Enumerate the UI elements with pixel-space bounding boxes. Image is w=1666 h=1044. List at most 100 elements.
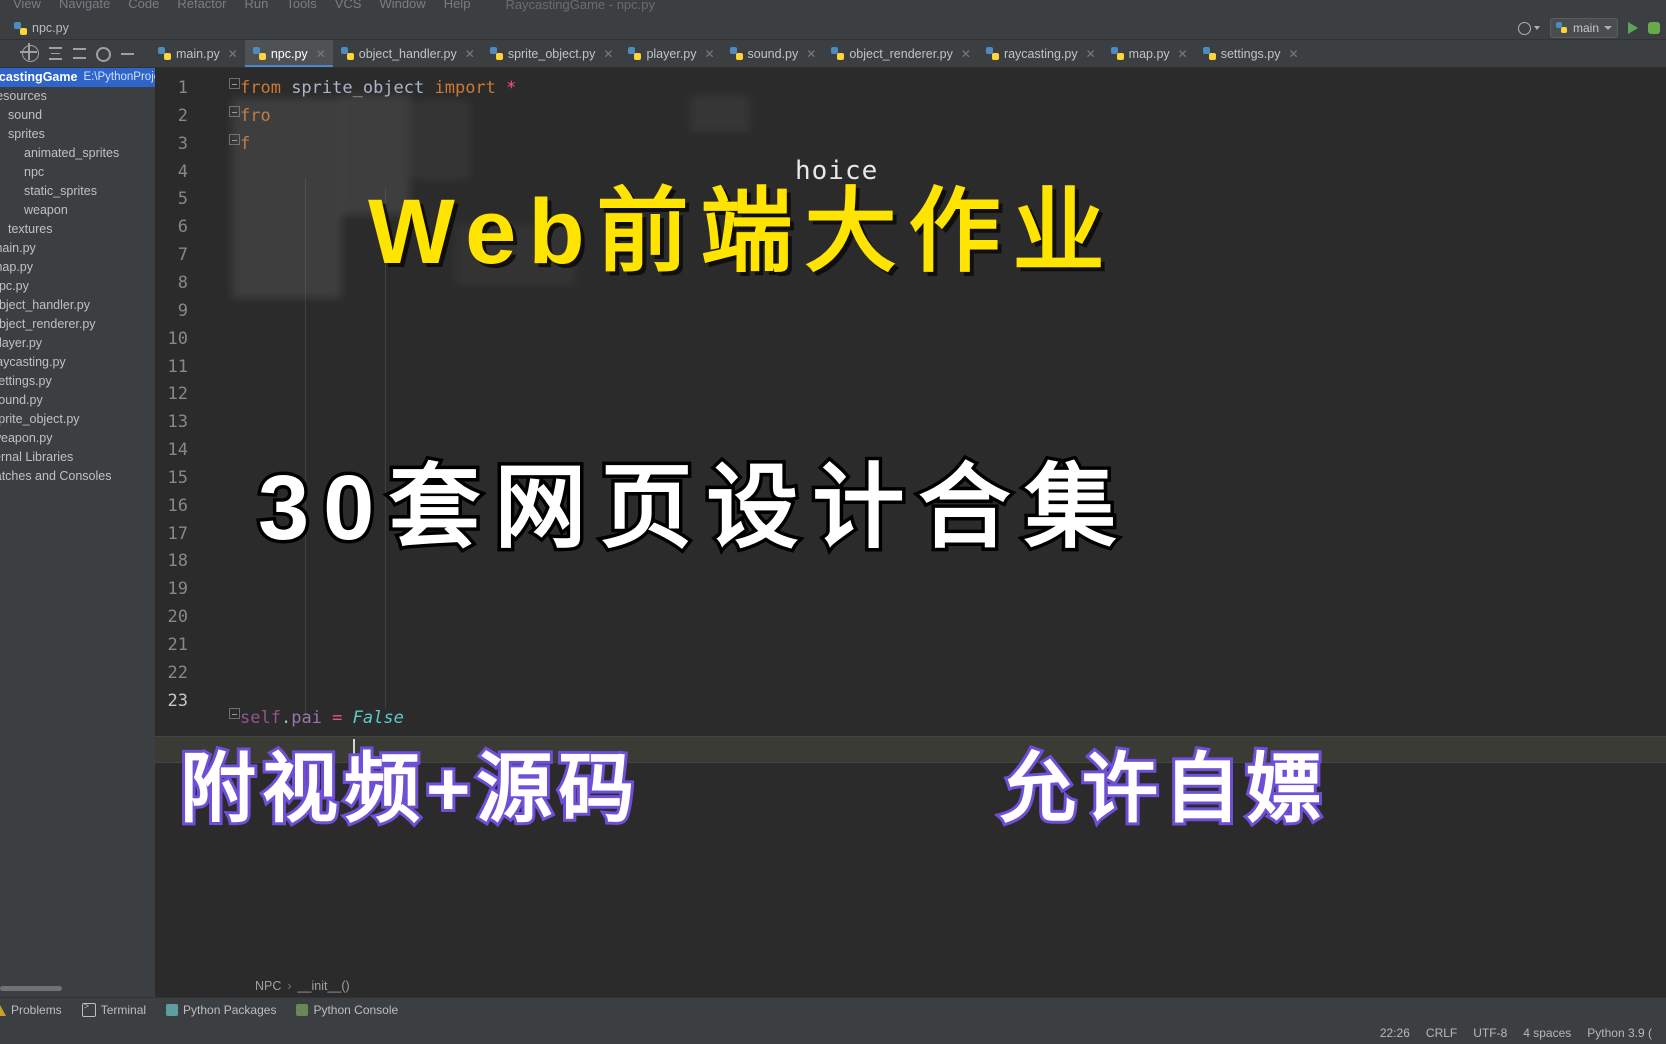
menu-item-code[interactable]: Code xyxy=(119,0,168,12)
project-tree-item[interactable]: sprite_object.py xyxy=(0,410,155,429)
tab-player-py[interactable]: player.py ✕ xyxy=(620,40,721,67)
file-encoding[interactable]: UTF-8 xyxy=(1473,1026,1507,1040)
tab-raycasting-py[interactable]: raycasting.py ✕ xyxy=(978,40,1103,67)
python-file-icon xyxy=(158,47,171,60)
tab-map-py[interactable]: map.py ✕ xyxy=(1103,40,1195,67)
project-horizontal-scrollbar[interactable] xyxy=(0,986,62,991)
close-icon[interactable]: ✕ xyxy=(465,48,475,60)
locate-file-icon[interactable] xyxy=(20,43,39,62)
tool-button-terminal[interactable]: Terminal xyxy=(81,1001,146,1017)
breadcrumb-method[interactable]: __init__() xyxy=(298,979,350,993)
project-tree-item[interactable]: object_handler.py xyxy=(0,296,155,315)
editor-gutter[interactable]: 1 2 3 4 5 6 7 8 9 10 11 12 13 14 15 16 17 18 19 20 21 22 23 xyxy=(155,68,240,997)
project-tree-item-label: sound.py xyxy=(0,393,43,407)
caret-position[interactable]: 22:26 xyxy=(1380,1026,1410,1040)
collapse-all-icon[interactable] xyxy=(48,46,63,61)
project-tree-item[interactable]: Scratches and Consoles xyxy=(0,467,155,486)
tool-button-python-console[interactable]: Python Console xyxy=(296,1003,398,1017)
tab-sprite-object-py[interactable]: sprite_object.py ✕ xyxy=(482,40,621,67)
menu-item-vcs[interactable]: VCS xyxy=(326,0,371,12)
line-number: 22 xyxy=(167,662,188,683)
project-tree-item[interactable]: resources xyxy=(0,87,155,106)
indent-setting[interactable]: 4 spaces xyxy=(1523,1026,1571,1040)
tab-npc-py[interactable]: npc.py ✕ xyxy=(244,40,333,67)
project-tree-item-label: npc.py xyxy=(0,279,29,293)
project-tree-item[interactable]: object_renderer.py xyxy=(0,315,155,334)
project-tree-item-label: sprites xyxy=(8,127,45,141)
line-number: 13 xyxy=(167,412,188,433)
close-icon[interactable]: ✕ xyxy=(316,48,326,60)
line-number: 9 xyxy=(177,300,188,321)
tab-object-handler-py[interactable]: object_handler.py ✕ xyxy=(333,40,482,67)
fold-marker[interactable] xyxy=(229,106,240,117)
project-tree-item[interactable]: static_sprites xyxy=(0,182,155,201)
project-tree-item-label: object_renderer.py xyxy=(0,317,96,331)
fold-marker[interactable] xyxy=(229,134,240,145)
fold-marker[interactable] xyxy=(229,708,240,719)
project-tree-item[interactable]: npc.py xyxy=(0,277,155,296)
menu-item-help[interactable]: Help xyxy=(435,0,480,12)
menu-item-refactor[interactable]: Refactor xyxy=(168,0,235,12)
python-file-icon xyxy=(14,21,27,35)
breadcrumb[interactable]: NPC › __init__() xyxy=(155,975,1666,997)
expand-all-icon[interactable] xyxy=(72,46,87,61)
project-tree-item[interactable]: settings.py xyxy=(0,372,155,391)
project-tool-window[interactable]: RaycastingGame E:\PythonProjects\ resource… xyxy=(0,68,155,997)
project-tree-item[interactable]: External Libraries xyxy=(0,448,155,467)
run-button-icon[interactable] xyxy=(1628,22,1638,34)
tab-label: sound.py xyxy=(747,46,799,61)
chevron-down-icon xyxy=(1533,26,1540,30)
tool-label: Python Packages xyxy=(183,1003,277,1017)
project-tree-item[interactable]: weapon xyxy=(0,201,155,220)
project-tree-item[interactable]: player.py xyxy=(0,334,155,353)
project-tree-item[interactable]: npc xyxy=(0,163,155,182)
breadcrumb-class[interactable]: NPC xyxy=(255,979,281,993)
pycharm-window: View Navigate Code Refactor Run Tools VC… xyxy=(0,0,1666,1044)
close-icon[interactable]: ✕ xyxy=(1178,48,1188,60)
close-icon[interactable]: ✕ xyxy=(228,48,238,60)
code-editor[interactable]: 1 2 3 4 5 6 7 8 9 10 11 12 13 14 15 16 17 18 19 20 21 22 23 fr… xyxy=(155,68,1666,997)
project-tree-item[interactable]: sprites xyxy=(0,125,155,144)
project-tree-item[interactable]: weapon.py xyxy=(0,429,155,448)
run-configuration-selector[interactable]: main xyxy=(1549,18,1618,38)
navbar-file-name[interactable]: npc.py xyxy=(32,21,69,35)
line-separator[interactable]: CRLF xyxy=(1426,1026,1457,1040)
project-tree-item-label: object_handler.py xyxy=(0,298,90,312)
close-icon[interactable]: ✕ xyxy=(1288,48,1298,60)
project-tree-item[interactable]: raycasting.py xyxy=(0,353,155,372)
close-icon[interactable]: ✕ xyxy=(1086,48,1096,60)
close-icon[interactable]: ✕ xyxy=(603,48,613,60)
python-file-icon xyxy=(831,47,845,60)
menu-item-run[interactable]: Run xyxy=(235,0,277,12)
window-title: RaycastingGame - npc.py xyxy=(505,0,656,12)
code-fragment-choice: hoice xyxy=(795,156,879,186)
close-icon[interactable]: ✕ xyxy=(704,48,714,60)
close-icon[interactable]: ✕ xyxy=(961,48,971,60)
menu-item-window[interactable]: Window xyxy=(370,0,434,12)
project-tree-item[interactable]: sound xyxy=(0,106,155,125)
python-interpreter[interactable]: Python 3.9 ( xyxy=(1587,1026,1652,1040)
menu-item-tools[interactable]: Tools xyxy=(277,0,325,12)
settings-gear-icon[interactable] xyxy=(96,46,111,62)
tab-settings-py[interactable]: settings.py ✕ xyxy=(1195,40,1306,67)
project-tree-item[interactable]: sound.py xyxy=(0,391,155,410)
indent-guide xyxy=(385,188,386,708)
hide-panel-icon[interactable] xyxy=(120,46,135,61)
menu-item-view[interactable]: View xyxy=(4,0,50,12)
menu-item-navigate[interactable]: Navigate xyxy=(50,0,119,12)
project-tree-item[interactable]: animated_sprites xyxy=(0,144,155,163)
tab-sound-py[interactable]: sound.py ✕ xyxy=(722,40,824,67)
code-text-area[interactable]: from sprite_object import * fro f self.p… xyxy=(240,68,1666,997)
tab-object-renderer-py[interactable]: object_renderer.py ✕ xyxy=(823,40,978,67)
project-tree-item[interactable]: textures xyxy=(0,220,155,239)
tab-main-py[interactable]: main.py ✕ xyxy=(150,40,245,67)
fold-marker[interactable] xyxy=(229,78,240,89)
user-account-button[interactable] xyxy=(1517,21,1540,35)
debug-button-icon[interactable] xyxy=(1648,22,1660,34)
project-tree-item[interactable]: RaycastingGame E:\PythonProjects\ xyxy=(0,68,155,87)
tool-button-problems[interactable]: Problems xyxy=(0,1003,62,1017)
project-tree-item[interactable]: main.py xyxy=(0,239,155,258)
project-tree-item[interactable]: map.py xyxy=(0,258,155,277)
close-icon[interactable]: ✕ xyxy=(806,48,816,60)
tool-button-python-packages[interactable]: Python Packages xyxy=(166,1003,276,1017)
